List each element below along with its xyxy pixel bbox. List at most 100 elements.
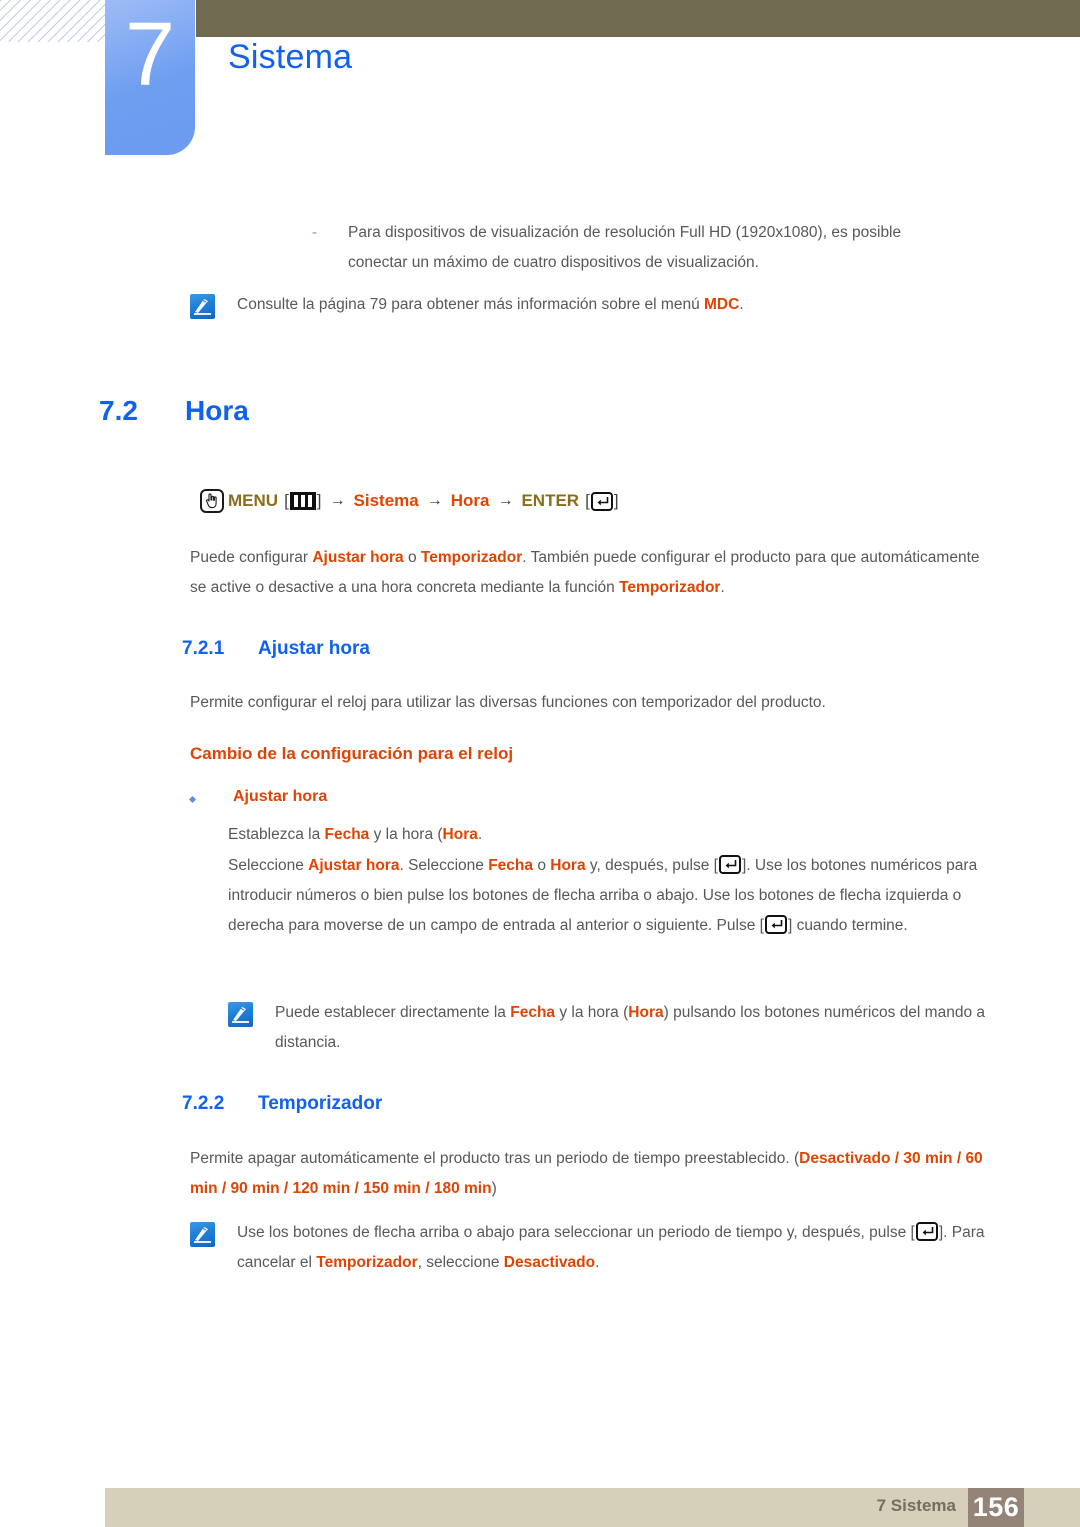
note2-part2: y la hora ( — [555, 1004, 629, 1021]
keyword-ajustar-hora-2: Ajustar hora — [308, 857, 400, 874]
keyword-temporizador-3: Temporizador — [316, 1254, 418, 1271]
section-title: Hora — [185, 395, 249, 426]
note-fecha-hora-text: Puede establecer directamente la Fecha y… — [275, 998, 988, 1058]
body2-part2: . Seleccione — [399, 857, 489, 874]
enter-label: ENTER — [521, 491, 580, 510]
diamond-bullet-icon — [188, 795, 197, 804]
subsection-heading-7-2-1: 7.2.1 Ajustar hora — [182, 638, 370, 660]
enter-key-icon-note-3 — [915, 1222, 938, 1241]
body2-part3: o — [533, 857, 551, 874]
bracket-open-menu: [ — [284, 491, 289, 510]
bullet-ajustar-hora: Ajustar hora — [188, 788, 890, 806]
section-paragraph-part2: o — [403, 549, 421, 566]
sep-1: / — [890, 1150, 904, 1167]
section-heading-7-2: 7.2 Hora — [99, 395, 249, 427]
enter-key-icon — [590, 491, 613, 511]
body2-part1: Seleccione — [228, 857, 309, 874]
dash-bullet-marker: - — [312, 224, 317, 241]
note-mdc-text-part1: Consulte la página 79 para obtener más i… — [237, 296, 704, 313]
note3-part3: , seleccione — [417, 1254, 504, 1271]
hatch-decoration — [0, 0, 108, 42]
subsection-2-title: Temporizador — [258, 1093, 383, 1114]
note2-part1: Puede establecer directamente la — [275, 1004, 511, 1021]
chapter-number: 7 — [124, 5, 176, 105]
note-mdc-text-part2: . — [739, 296, 744, 313]
section-paragraph-part4: . — [720, 579, 725, 596]
bracket-open-enter: [ — [585, 491, 590, 510]
option-desactivado: Desactivado — [799, 1150, 891, 1167]
subsection-1-body-2: Seleccione Ajustar hora. Seleccione Fech… — [228, 851, 980, 941]
subsection-1-description: Permite configurar el reloj para utiliza… — [190, 694, 826, 711]
menu-path-item-sistema: Sistema — [353, 491, 419, 510]
section-number: 7.2 — [99, 395, 138, 426]
note-pen-icon — [190, 294, 215, 319]
menu-path-item-hora: Hora — [450, 491, 490, 510]
subsection-2-description: Permite apagar automáticamente el produc… — [190, 1144, 990, 1204]
hand-press-icon — [200, 489, 224, 513]
enter-key-icon-body-1 — [718, 855, 741, 874]
sep-4: / — [279, 1180, 293, 1197]
sep-2: / — [952, 1150, 966, 1167]
dash-bullet-item: - Para dispositivos de visualización de … — [312, 218, 952, 278]
footer-page-number: 156 — [968, 1488, 1024, 1527]
header-olive-bar — [196, 0, 1080, 37]
body1-part3: . — [477, 826, 483, 843]
body2-part6: ] cuando termine. — [787, 917, 908, 934]
note-fecha-hora: Puede establecer directamente la Fecha y… — [228, 998, 988, 1058]
subsection-1-body-1: Establezca la Fecha y la hora (Hora. — [228, 820, 988, 850]
path-arrow-3: → — [497, 492, 514, 509]
section-paragraph-part1: Puede configurar — [190, 549, 313, 566]
keyword-temporizador-1: Temporizador — [420, 549, 523, 566]
footer-chapter-label: 7 Sistema — [876, 1496, 956, 1515]
chapter-title: Sistema — [228, 38, 353, 76]
keyword-hora-1: Hora — [442, 826, 478, 843]
keyword-mdc: MDC — [704, 296, 740, 313]
path-arrow-1: → — [329, 492, 346, 509]
sep-3: / — [217, 1180, 231, 1197]
option-180-min: 180 min — [433, 1180, 492, 1197]
subsection-1-title: Ajustar hora — [258, 638, 370, 659]
subsection-2-number: 7.2.2 — [182, 1093, 225, 1114]
body2-part4: y, después, pulse [ — [585, 857, 718, 874]
option-150-min: 150 min — [363, 1180, 421, 1197]
bracket-close-enter: ] — [613, 491, 619, 510]
keyword-ajustar-hora: Ajustar hora — [312, 549, 404, 566]
keyword-hora-3: Hora — [628, 1004, 664, 1021]
note3-part4: . — [595, 1254, 600, 1271]
body1-part1: Establezca la — [228, 826, 325, 843]
keyword-fecha-2: Fecha — [488, 857, 534, 874]
option-30-min: 30 min — [903, 1150, 953, 1167]
chapter-number-tab: 7 — [105, 0, 195, 155]
keyword-desactivado: Desactivado — [503, 1254, 596, 1271]
bullet-label-ajustar-hora: Ajustar hora — [233, 788, 328, 805]
note-pen-icon-3 — [190, 1222, 215, 1247]
subsection-heading-7-2-2: 7.2.2 Temporizador — [182, 1093, 382, 1115]
note-temporizador: Use los botones de flecha arriba o abajo… — [190, 1218, 990, 1278]
enter-key-icon-body-2 — [764, 915, 787, 934]
document-page: 7 Sistema - Para dispositivos de visuali… — [0, 0, 1080, 1527]
note-pen-icon-2 — [228, 1002, 253, 1027]
keyword-fecha-1: Fecha — [324, 826, 370, 843]
subsection-1-number: 7.2.1 — [182, 638, 225, 659]
keyword-temporizador-2: Temporizador — [619, 579, 721, 596]
path-arrow-2: → — [426, 492, 443, 509]
keyword-hora-2: Hora — [550, 857, 586, 874]
sep-6: / — [420, 1180, 434, 1197]
sub2-desc-part1: Permite apagar automáticamente el produc… — [190, 1150, 800, 1167]
subsection-1-red-heading: Cambio de la configuración para el reloj — [190, 744, 514, 763]
note-temporizador-text: Use los botones de flecha arriba o abajo… — [237, 1218, 990, 1278]
section-paragraph: Puede configurar Ajustar hora o Temporiz… — [190, 543, 980, 603]
body1-part2: y la hora ( — [369, 826, 443, 843]
note3-part1: Use los botones de flecha arriba o abajo… — [237, 1224, 915, 1241]
menu-label: MENU — [228, 491, 279, 510]
note-mdc-text: Consulte la página 79 para obtener más i… — [237, 290, 990, 320]
note-mdc: Consulte la página 79 para obtener más i… — [190, 290, 990, 320]
menu-bars-icon — [289, 492, 316, 510]
option-120-min: 120 min — [292, 1180, 351, 1197]
sub2-desc-part2: ) — [491, 1180, 497, 1197]
dash-bullet-text: Para dispositivos de visualización de re… — [348, 224, 902, 271]
keyword-fecha-3: Fecha — [510, 1004, 556, 1021]
bracket-close-menu: ] — [316, 491, 322, 510]
menu-path: MENU [ ] → Sistema → Hora → ENTER [ ] — [200, 489, 619, 513]
option-90-min: 90 min — [230, 1180, 280, 1197]
